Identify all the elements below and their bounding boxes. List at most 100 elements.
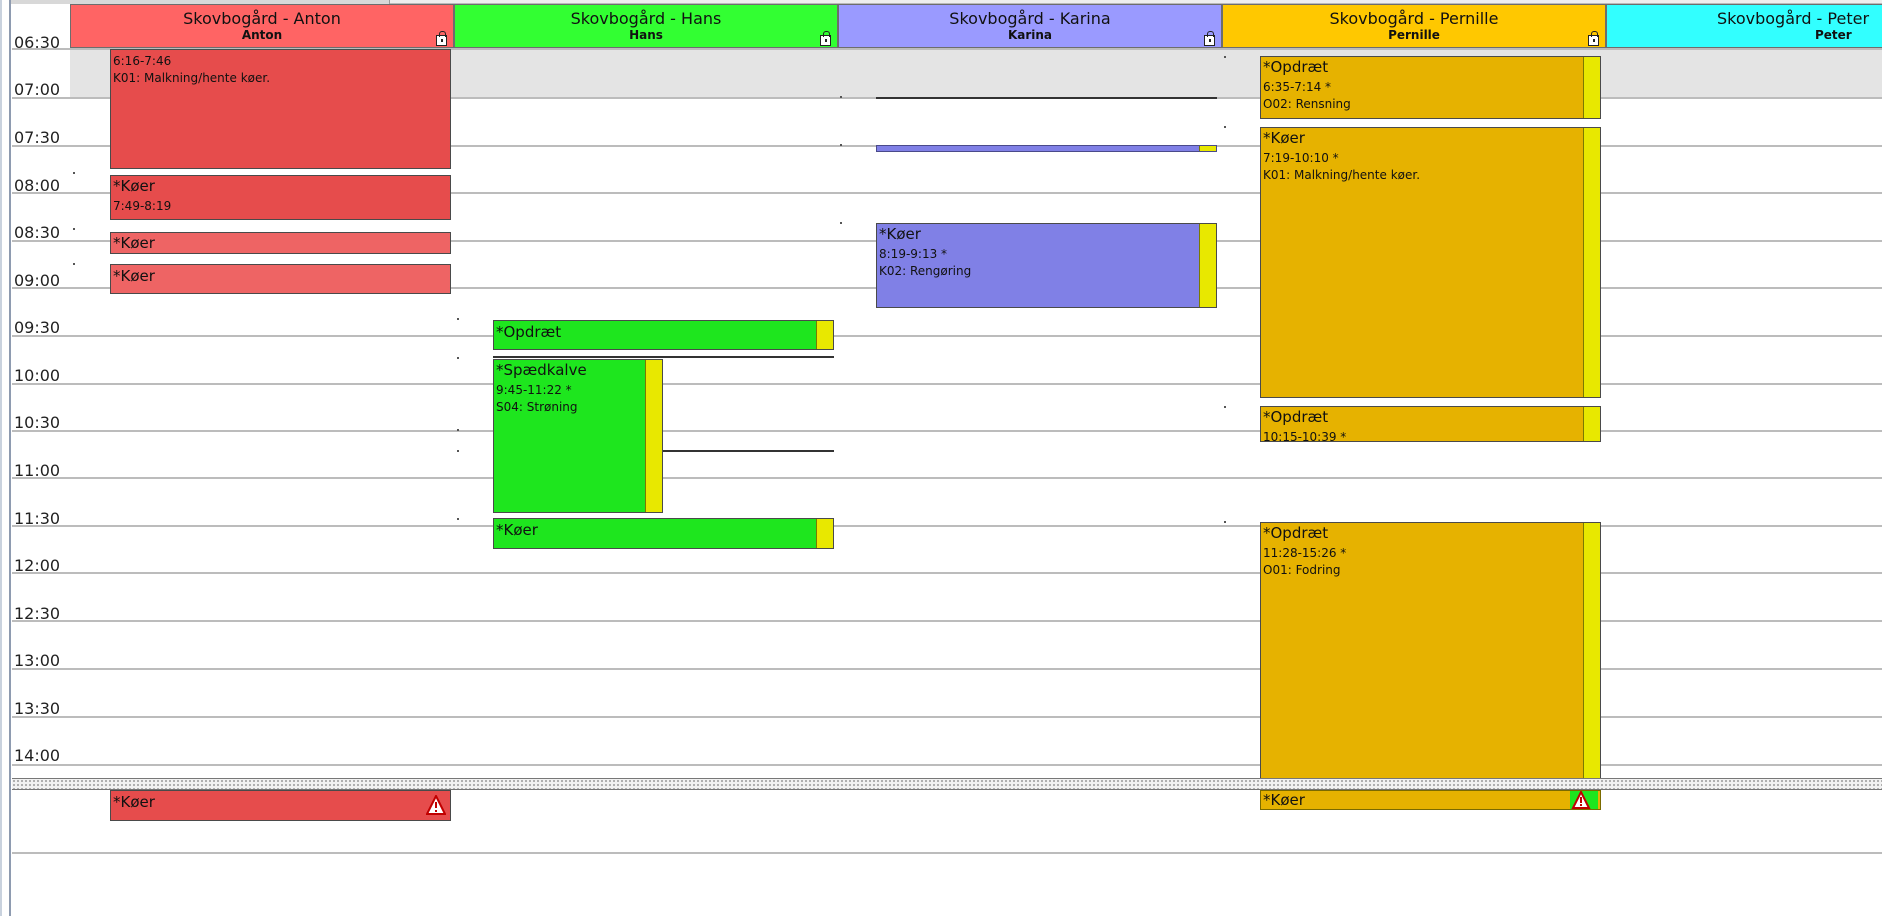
event-card[interactable]: *Opdræt 6:35-7:14 * O02: Rensning	[1260, 56, 1601, 119]
resource-header-anton[interactable]: Skovbogård - Anton Anton	[70, 4, 454, 48]
status-stripe	[1583, 523, 1600, 778]
grid-line	[12, 477, 1882, 479]
event-title: *Køer	[879, 225, 921, 243]
status-stripe	[816, 519, 833, 548]
time-label: 10:30	[14, 413, 61, 432]
event-card[interactable]: *Køer 7:19-10:10 * K01: Malkning/hente k…	[1260, 127, 1601, 398]
resource-subtitle: Karina	[1007, 28, 1053, 42]
event-time: 10:15-10:39 *	[1263, 430, 1347, 442]
lock-icon[interactable]	[1204, 31, 1215, 46]
tick-dot	[840, 96, 842, 98]
event-card[interactable]: *Opdræt 10:15-10:39 *	[1260, 406, 1601, 442]
lock-icon[interactable]	[1588, 31, 1599, 46]
tick-dot	[1224, 521, 1226, 523]
grid-line	[12, 525, 1882, 527]
status-stripe	[1583, 128, 1600, 397]
resource-title: Skovbogård - Karina	[949, 9, 1111, 28]
event-task: K02: Rengøring	[879, 264, 972, 278]
left-border	[0, 0, 11, 916]
resource-subtitle: Peter	[1815, 28, 1852, 42]
event-card[interactable]	[876, 145, 1217, 152]
event-card[interactable]: *Køer	[110, 264, 451, 294]
grid-line	[12, 430, 1882, 432]
resource-header-pernille[interactable]: Skovbogård - Pernille Pernille	[1222, 4, 1606, 48]
time-label: 13:30	[14, 699, 61, 718]
event-time: 6:16-7:46	[113, 54, 172, 68]
tick-dot	[457, 318, 459, 320]
warning-icon[interactable]	[1570, 791, 1598, 809]
event-title: *Køer	[113, 267, 155, 285]
event-card[interactable]: *Køer 8:19-9:13 * K02: Rengøring	[876, 223, 1217, 308]
event-title: *Opdræt	[1263, 408, 1329, 426]
event-card[interactable]: *Køer	[110, 790, 451, 821]
time-label: 09:30	[14, 318, 61, 337]
time-label: 12:30	[14, 604, 61, 623]
resource-header-karina[interactable]: Skovbogård - Karina Karina	[838, 4, 1222, 48]
time-label: 06:30	[14, 33, 61, 52]
tick-dot	[1224, 126, 1226, 128]
time-label: 12:00	[14, 556, 61, 575]
tick-dot	[73, 172, 75, 174]
event-time: 7:19-10:10 *	[1263, 151, 1339, 165]
event-task: O01: Fodring	[1263, 563, 1341, 577]
warning-icon[interactable]	[426, 795, 446, 815]
event-time: 6:35-7:14 *	[1263, 80, 1332, 94]
timeline-marker	[876, 97, 1217, 99]
resource-subtitle: Anton	[241, 28, 283, 42]
grid-line	[12, 383, 1882, 385]
event-card[interactable]: *Køer	[110, 232, 451, 254]
time-label: 09:00	[14, 271, 61, 290]
status-stripe	[1583, 407, 1600, 441]
lock-icon[interactable]	[820, 31, 831, 46]
event-card[interactable]: *Opdræt	[493, 320, 834, 350]
event-card[interactable]: *Spædkalve 9:45-11:22 * S04: Strøning	[493, 359, 663, 513]
event-time: 9:45-11:22 *	[496, 383, 572, 397]
timeline-marker	[663, 450, 834, 452]
tick-dot	[457, 357, 459, 359]
event-title: *Opdræt	[1263, 58, 1329, 76]
time-label: 11:30	[14, 509, 61, 528]
time-label: 11:00	[14, 461, 61, 480]
panel-splitter[interactable]	[12, 778, 1882, 790]
event-title: *Opdræt	[1263, 524, 1329, 542]
event-task: S04: Strøning	[496, 400, 578, 414]
tick-dot	[73, 263, 75, 265]
event-title: *Køer	[1263, 129, 1305, 147]
event-time: 8:19-9:13 *	[879, 247, 948, 261]
status-stripe	[645, 360, 662, 512]
resource-subtitle: Hans	[629, 28, 663, 42]
event-task: K01: Malkning/hente køer.	[1263, 168, 1421, 182]
status-stripe	[1199, 224, 1216, 307]
event-card[interactable]: *Opdræt 11:28-15:26 * O01: Fodring	[1260, 522, 1601, 778]
time-label: 10:00	[14, 366, 61, 385]
status-stripe	[1199, 146, 1216, 151]
event-title: *Køer	[496, 521, 538, 539]
resource-title: Skovbogård - Anton	[183, 9, 341, 28]
status-stripe	[1583, 57, 1600, 118]
grid-line	[12, 852, 1882, 854]
resource-header-hans[interactable]: Skovbogård - Hans Hans	[454, 4, 838, 48]
tick-dot	[840, 144, 842, 146]
tick-dot	[457, 450, 459, 452]
resource-header-peter[interactable]: Skovbogård - Peter Peter	[1606, 4, 1882, 48]
time-label: 08:00	[14, 176, 61, 195]
event-title: *Køer	[1263, 791, 1305, 809]
status-stripe	[816, 321, 833, 349]
event-card[interactable]: *Køer	[493, 518, 834, 549]
grid-line	[12, 716, 1882, 718]
time-label: 07:00	[14, 80, 61, 99]
event-task: O02: Rensning	[1263, 97, 1351, 111]
resource-title: Skovbogård - Hans	[570, 9, 722, 28]
event-card[interactable]: *Køer	[1260, 790, 1601, 810]
event-title: *Opdræt	[496, 323, 562, 341]
tick-dot	[1224, 406, 1226, 408]
tick-dot	[457, 429, 459, 431]
timeline-marker	[493, 356, 834, 358]
resource-title: Skovbogård - Peter	[1717, 9, 1870, 28]
time-label: 08:30	[14, 223, 61, 242]
event-task: K01: Malkning/hente køer.	[113, 71, 271, 85]
lock-icon[interactable]	[436, 31, 447, 46]
event-title: *Spædkalve	[496, 361, 587, 379]
event-card[interactable]: *Køer 7:49-8:19	[110, 175, 451, 220]
event-card[interactable]: 6:16-7:46 K01: Malkning/hente køer.	[110, 49, 451, 169]
